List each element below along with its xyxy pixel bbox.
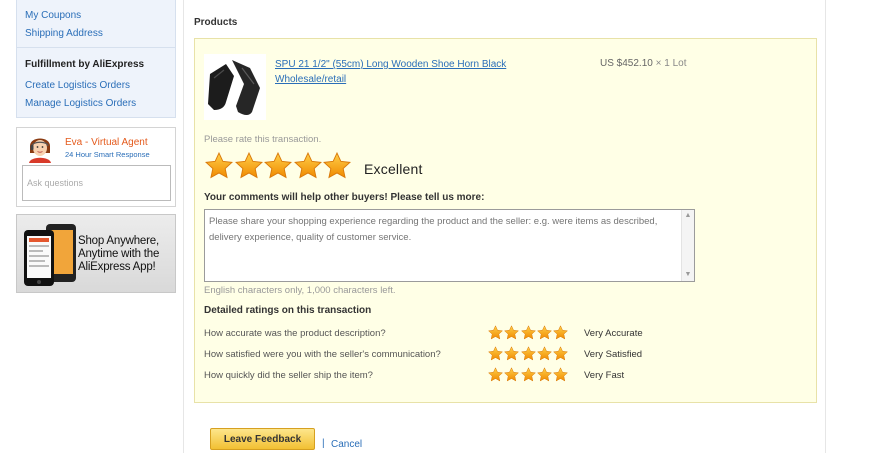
star-icon[interactable]	[537, 346, 552, 361]
comments-label: Your comments will help other buyers! Pl…	[204, 192, 485, 203]
rate-prompt: Please rate this transaction.	[204, 134, 322, 145]
product-price: US $452.10 × 1 Lot	[600, 58, 686, 69]
detailed-rating-question: How accurate was the product description…	[204, 328, 386, 339]
star-icon[interactable]	[521, 346, 536, 361]
star-icon[interactable]	[553, 346, 568, 361]
section-title: Products	[194, 17, 238, 28]
detailed-rating-answer: Very Satisfied	[584, 349, 643, 360]
sidebar-heading-fulfillment: Fulfillment by AliExpress	[25, 59, 145, 70]
sidebar-cut-link	[25, 0, 55, 1]
star-icon[interactable]	[488, 346, 503, 361]
star-icon[interactable]	[537, 325, 552, 340]
app-promo-text: Shop Anywhere, Anytime with the AliExpre…	[78, 235, 160, 273]
price-value: US $452.10	[600, 58, 653, 69]
feedback-panel: SPU 21 1/2" (55cm) Long Wooden Shoe Horn…	[194, 38, 817, 403]
comment-textarea[interactable]	[209, 214, 669, 278]
smartphone-icon	[24, 224, 76, 286]
star-icon[interactable]	[235, 152, 263, 179]
ask-questions-input[interactable]	[22, 165, 171, 201]
sidebar-item-shipping-address[interactable]: Shipping Address	[25, 28, 103, 39]
detailed-rating-question: How quickly did the seller ship the item…	[204, 370, 373, 381]
star-icon[interactable]	[504, 367, 519, 382]
app-promo-banner[interactable]: Shop Anywhere, Anytime with the AliExpre…	[16, 214, 176, 293]
star-icon[interactable]	[521, 367, 536, 382]
star-icon[interactable]	[537, 367, 552, 382]
overall-rating-label: Excellent	[364, 161, 423, 177]
star-icon[interactable]	[488, 325, 503, 340]
agent-name: Eva - Virtual Agent	[65, 137, 148, 148]
sidebar-nav: My Coupons Shipping Address Fulfillment …	[16, 0, 176, 118]
cancel-link[interactable]: Cancel	[331, 439, 362, 450]
star-icon[interactable]	[205, 152, 233, 179]
comment-box: ▲ ▼	[204, 209, 695, 282]
detailed-rating-stars[interactable]	[488, 346, 569, 364]
leave-feedback-button[interactable]: Leave Feedback	[210, 428, 315, 450]
star-icon[interactable]	[504, 325, 519, 340]
sidebar-item-manage-logistics-orders[interactable]: Manage Logistics Orders	[25, 98, 136, 109]
star-icon[interactable]	[553, 325, 568, 340]
star-icon[interactable]	[488, 367, 503, 382]
scroll-down-arrow-icon[interactable]: ▼	[684, 271, 692, 279]
star-icon[interactable]	[504, 346, 519, 361]
product-thumbnail[interactable]	[204, 54, 266, 120]
star-icon[interactable]	[294, 152, 322, 179]
main-right-border	[825, 0, 826, 453]
star-icon[interactable]	[553, 367, 568, 382]
detailed-rating-question: How satisfied were you with the seller's…	[204, 349, 441, 360]
agent-avatar	[29, 138, 51, 163]
star-icon[interactable]	[323, 152, 351, 179]
agent-subtitle: 24 Hour Smart Response	[65, 150, 150, 159]
scroll-up-arrow-icon[interactable]: ▲	[684, 212, 692, 220]
detailed-rating-answer: Very Accurate	[584, 328, 643, 339]
character-count: English characters only, 1,000 character…	[204, 285, 396, 296]
detailed-rating-row: How accurate was the product description…	[204, 325, 804, 343]
product-title-link[interactable]: SPU 21 1/2" (55cm) Long Wooden Shoe Horn…	[275, 57, 575, 87]
detailed-ratings-title: Detailed ratings on this transaction	[204, 305, 372, 316]
star-icon[interactable]	[264, 152, 292, 179]
sidebar-divider	[17, 47, 175, 48]
sidebar-item-my-coupons[interactable]: My Coupons	[25, 10, 81, 21]
detailed-rating-stars[interactable]	[488, 325, 569, 343]
quantity-value: × 1 Lot	[655, 58, 687, 69]
sidebar-item-create-logistics-orders[interactable]: Create Logistics Orders	[25, 80, 130, 91]
main-left-border	[183, 0, 184, 453]
detailed-rating-answer: Very Fast	[584, 370, 625, 381]
detailed-rating-row: How quickly did the seller ship the item…	[204, 367, 804, 385]
action-separator: |	[322, 438, 325, 449]
overall-rating-stars[interactable]	[205, 152, 353, 182]
comment-scrollbar[interactable]: ▲ ▼	[681, 210, 694, 281]
virtual-agent-widget: Eva - Virtual Agent 24 Hour Smart Respon…	[16, 127, 176, 207]
star-icon[interactable]	[521, 325, 536, 340]
detailed-rating-row: How satisfied were you with the seller's…	[204, 346, 804, 364]
detailed-rating-stars[interactable]	[488, 367, 569, 385]
